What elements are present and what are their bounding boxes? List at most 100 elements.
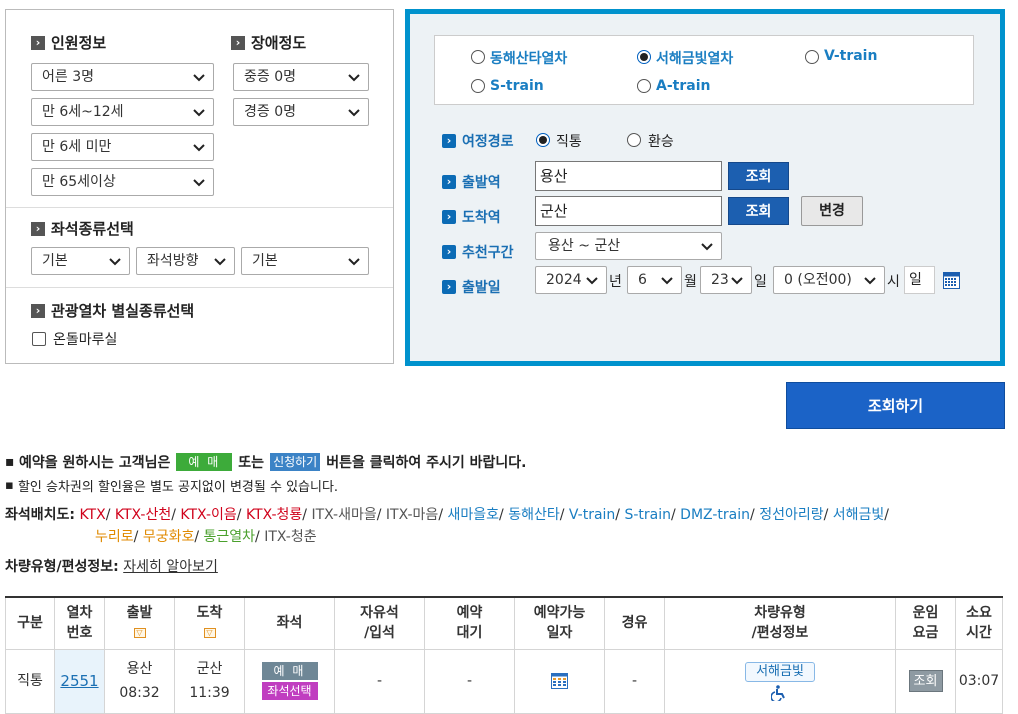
month-select[interactable]: 6: [627, 266, 682, 294]
day-select[interactable]: 23: [700, 266, 752, 294]
col-vehicle: 차량유형/편성정보: [664, 596, 896, 650]
cell-departure: 용산 08:32: [104, 648, 175, 714]
seat-layout-label: 좌석배치도:: [5, 507, 75, 523]
reserve-tag: 예 매: [176, 453, 233, 471]
departure-label: › 출발역: [442, 172, 501, 192]
chevron-down-icon: [348, 109, 360, 117]
chevron-right-icon: ›: [442, 245, 456, 259]
seat-layout-link[interactable]: 통근열차: [204, 529, 256, 545]
seat-layout-link[interactable]: KTX-이음: [180, 507, 236, 523]
seat-layout-link[interactable]: 정선아리랑: [759, 507, 823, 523]
cell-arrival: 군산 11:39: [174, 648, 245, 714]
seat-layout-link[interactable]: 서해금빛: [833, 507, 885, 523]
seat-layout-link[interactable]: 누리로: [95, 529, 134, 545]
table-header-row: 구분 열차 번호 출발 ▽ 도착 ▽ 좌석 자유석/입석 예약 대기 예약가능 일자 경유…: [5, 596, 1003, 650]
adult-count-select[interactable]: 어른 3명: [31, 63, 214, 91]
route-direct-radio[interactable]: [536, 133, 550, 147]
passenger-options-panel: › 인원정보 › 장애정도 어른 3명 만 6세~12세 만 6세 미만 만 6…: [5, 9, 394, 364]
route-transfer-radio[interactable]: [627, 133, 641, 147]
divider: [6, 207, 393, 208]
sort-icon[interactable]: ▽: [133, 628, 146, 639]
route-search-inner: 동해산타열차 서해금빛열차 V-train S-train A-train › …: [410, 14, 1000, 361]
swap-stations-button[interactable]: 변경: [801, 196, 863, 226]
vehicle-tag[interactable]: 서해금빛: [745, 661, 815, 682]
search-button[interactable]: 조회하기: [786, 382, 1005, 429]
date-label: › 출발일: [442, 277, 501, 297]
seat-layout-link[interactable]: DMZ-train: [680, 507, 750, 523]
chevron-down-icon: [701, 243, 713, 251]
chevron-down-icon: [109, 258, 121, 266]
seat-layout-link[interactable]: ITX-마음: [386, 507, 438, 523]
train-radio-seohae[interactable]: [637, 50, 651, 64]
seat-layout-link[interactable]: ITX-새마을: [311, 507, 376, 523]
seat-layout-link[interactable]: 동해산타: [508, 507, 560, 523]
infant-count-select[interactable]: 만 6세 미만: [31, 133, 214, 161]
seat-layout-link[interactable]: ITX-청춘: [264, 529, 316, 545]
seat-layout-link[interactable]: V-train: [569, 507, 615, 523]
cell-waitlist: -: [424, 648, 515, 714]
fare-lookup-button[interactable]: 조회: [908, 670, 943, 692]
tour-room-heading: › 관광열차 별실종류선택: [31, 300, 194, 321]
vehicle-info-label: 차량유형/편성정보:: [5, 559, 119, 575]
ondol-checkbox[interactable]: [32, 332, 46, 346]
col-departure[interactable]: 출발 ▽: [104, 596, 175, 650]
vehicle-info-link[interactable]: 자세히 알아보기: [123, 556, 218, 576]
seat-layout-link[interactable]: S-train: [624, 507, 671, 523]
bullet: ▪: [5, 454, 19, 470]
train-radio-vtrain[interactable]: [805, 50, 819, 64]
calendar-icon[interactable]: [943, 272, 960, 289]
arrival-lookup-button[interactable]: 조회: [728, 197, 789, 225]
separator: /: [750, 507, 760, 523]
col-duration: 소요 시간: [955, 596, 1003, 650]
chevron-down-icon: [214, 258, 226, 266]
train-radio-strain[interactable]: [471, 79, 485, 93]
seat-select-button[interactable]: 좌석선택: [261, 682, 318, 700]
chevron-down-icon: [864, 277, 876, 285]
col-arrival[interactable]: 도착 ▽: [174, 596, 245, 650]
sort-icon[interactable]: ▽: [203, 628, 216, 639]
child-count-select[interactable]: 만 6세~12세: [31, 98, 214, 126]
train-radio-donghae[interactable]: [471, 50, 485, 64]
train-no-link[interactable]: 2551: [60, 672, 98, 690]
month-unit: 월: [684, 274, 697, 290]
col-available-dates: 예약가능 일자: [514, 596, 605, 650]
chevron-down-icon: [193, 144, 205, 152]
reserve-button[interactable]: 예 매: [261, 662, 318, 680]
cell-via: -: [604, 648, 665, 714]
departure-input[interactable]: 용산: [535, 161, 722, 191]
notice-discount: ▪ 할인 승차권의 할인율은 별도 공지없이 변경될 수 있습니다.: [5, 476, 338, 495]
seat-type-select[interactable]: 기본: [31, 247, 130, 275]
results-table: 구분 열차 번호 출발 ▽ 도착 ▽ 좌석 자유석/입석 예약 대기 예약가능 일자 경유…: [5, 596, 1003, 714]
recommend-select[interactable]: 용산 ~ 군산: [535, 232, 722, 260]
cell-fare: 조회: [895, 648, 956, 714]
col-type: 구분: [5, 596, 55, 650]
seat-layout-link[interactable]: KTX-청룡: [246, 507, 302, 523]
seat-direction-select[interactable]: 좌석방향: [136, 247, 235, 275]
train-radio-atrain[interactable]: [637, 79, 651, 93]
seat-layout-link[interactable]: KTX: [79, 507, 105, 523]
mild-disability-select[interactable]: 경증 0명: [233, 98, 369, 126]
chevron-right-icon: ›: [31, 221, 45, 236]
arrival-input[interactable]: 군산: [535, 196, 722, 226]
separator: /: [671, 507, 681, 523]
seat-position-select[interactable]: 기본: [241, 247, 369, 275]
route-direct-label: 직통: [556, 134, 582, 150]
hour-select[interactable]: 0 (오전00): [773, 266, 885, 294]
senior-count-select[interactable]: 만 65세이상: [31, 168, 214, 196]
cell-type: 직통: [5, 648, 55, 714]
chevron-right-icon: ›: [31, 35, 45, 50]
departure-lookup-button[interactable]: 조회: [728, 162, 789, 190]
col-fare: 운임 요금: [895, 596, 956, 650]
tourist-train-selector: 동해산타열차 서해금빛열차 V-train S-train A-train: [434, 35, 974, 105]
chevron-down-icon: [586, 277, 598, 285]
chevron-down-icon: [731, 277, 743, 285]
severe-disability-select[interactable]: 중증 0명: [233, 63, 369, 91]
seat-layout-link[interactable]: 새마을호: [447, 507, 499, 523]
calendar-icon[interactable]: [551, 673, 568, 689]
seat-layout-list: KTX/ KTX-산천/ KTX-이음/ KTX-청룡/ ITX-새마을/ IT…: [5, 507, 889, 545]
disability-heading: › 장애정도: [231, 32, 306, 53]
separator: /: [884, 507, 890, 523]
year-select[interactable]: 2024: [535, 266, 607, 294]
seat-layout-link[interactable]: 무궁화호: [143, 529, 195, 545]
seat-layout-link[interactable]: KTX-산천: [115, 507, 171, 523]
